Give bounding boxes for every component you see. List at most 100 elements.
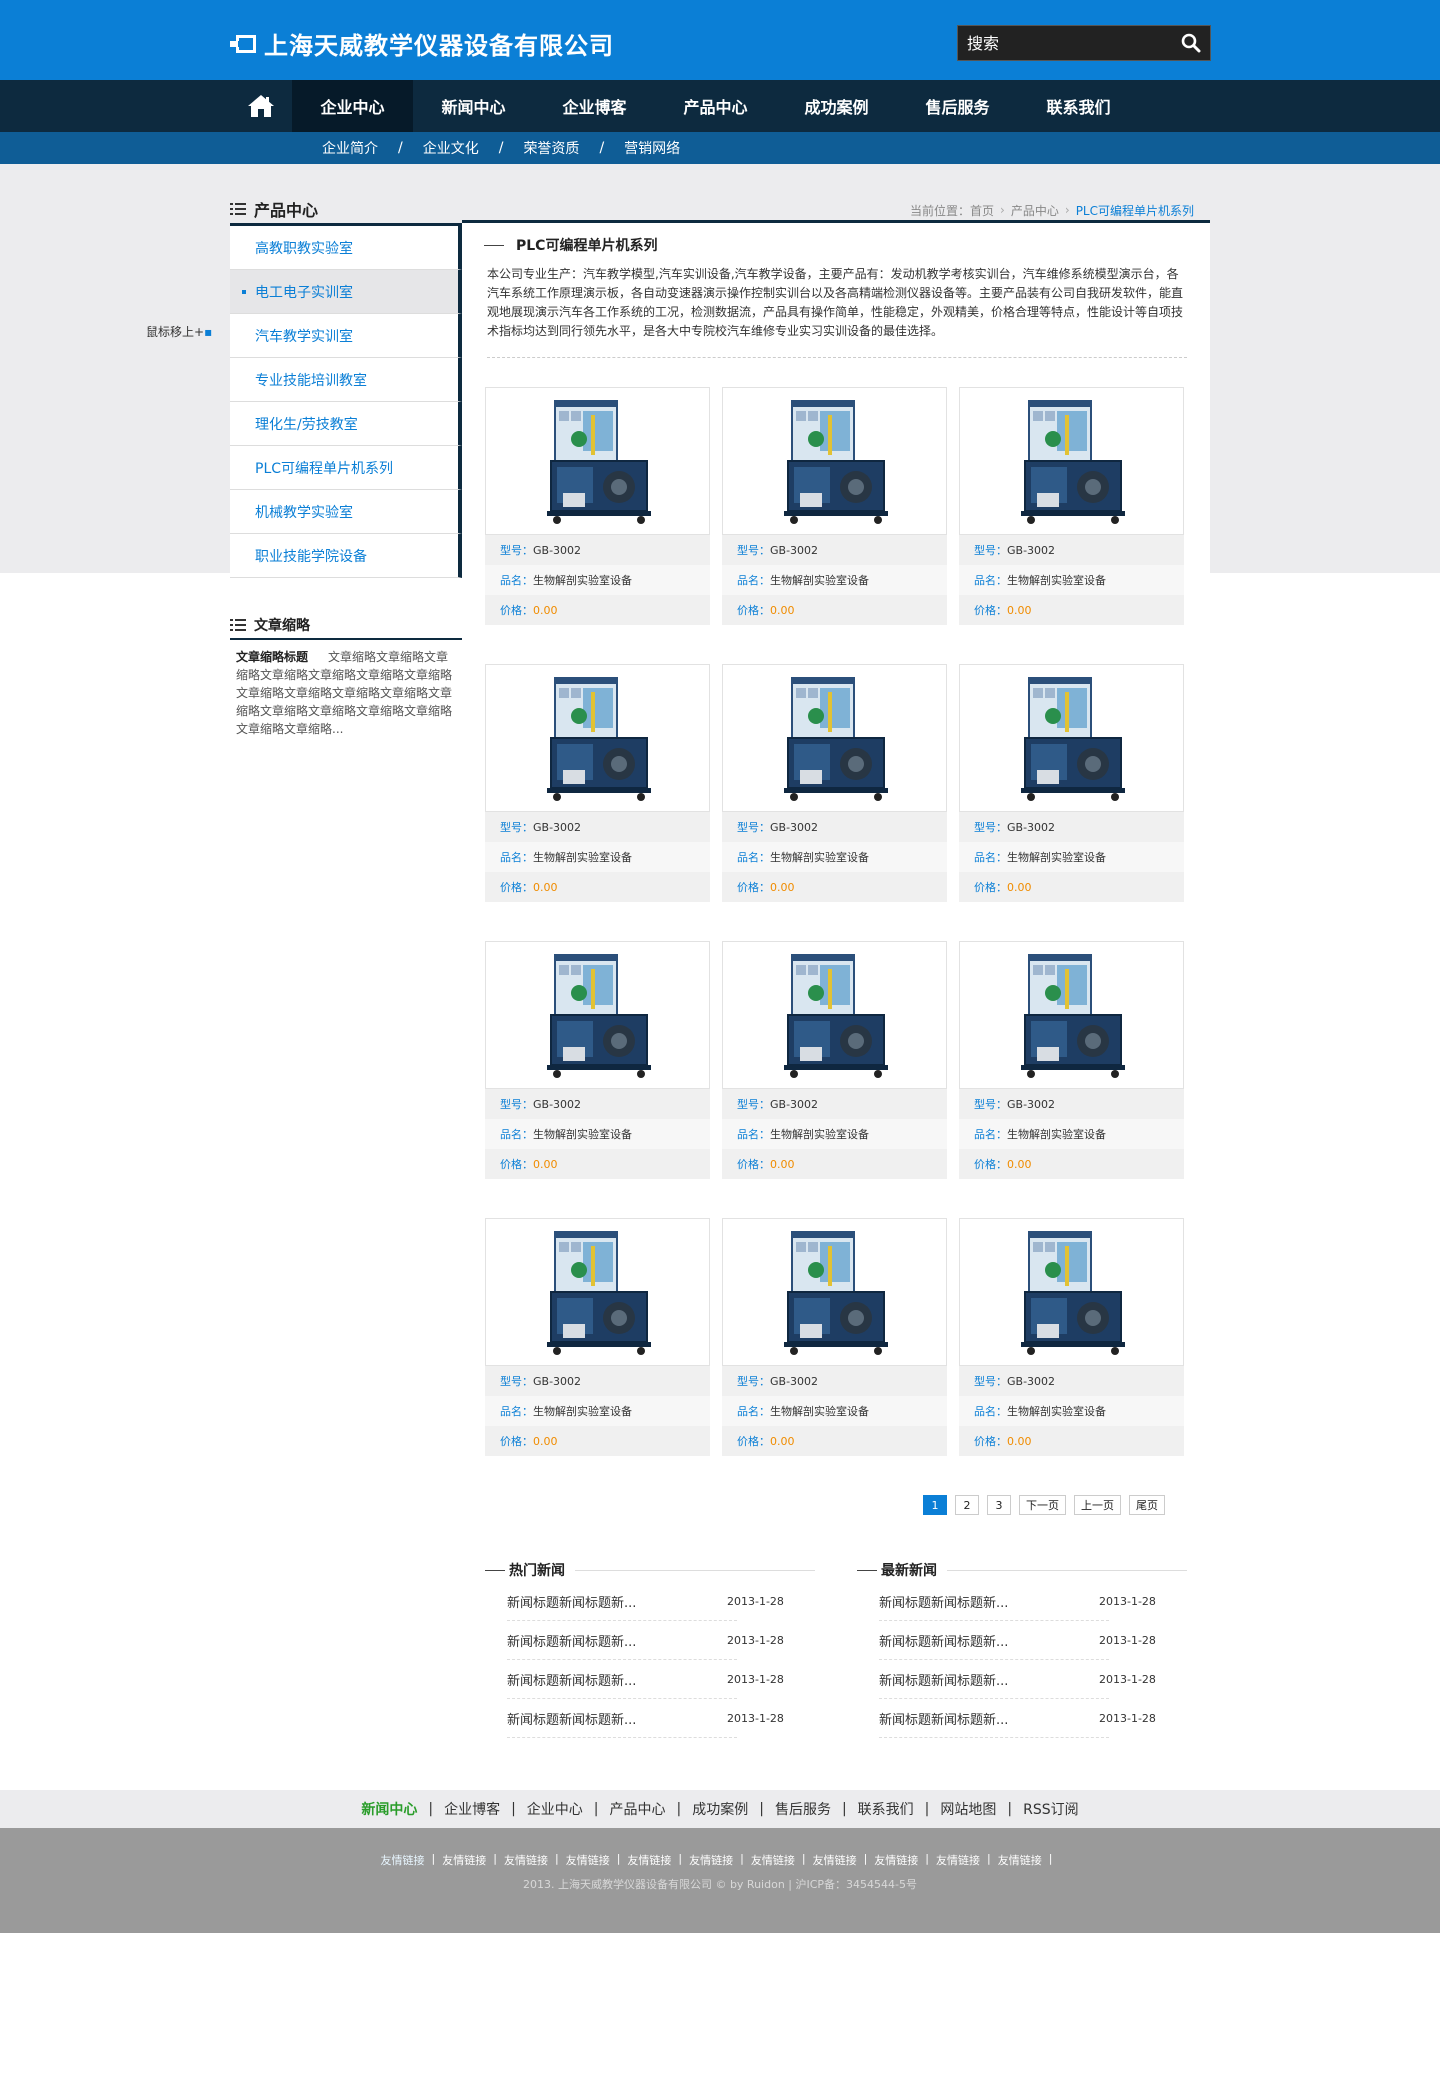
last-page-button[interactable]: 尾页	[1129, 1495, 1165, 1515]
product-name[interactable]: 生物解剖实验室设备	[1007, 1126, 1106, 1142]
news-item[interactable]: 新闻标题新闻标题新... 2013-1-28	[879, 1699, 1156, 1738]
news-title[interactable]: 新闻标题新闻标题新...	[507, 1670, 636, 1689]
page-1[interactable]: 1	[923, 1495, 947, 1515]
news-title[interactable]: 新闻标题新闻标题新...	[507, 1709, 636, 1728]
product-card[interactable]: 型号： GB-3002 品名： 生物解剖实验室设备 价格： 0.00	[722, 941, 947, 1179]
news-title[interactable]: 新闻标题新闻标题新...	[879, 1631, 1008, 1650]
news-title[interactable]: 新闻标题新闻标题新...	[879, 1709, 1008, 1728]
friend-link[interactable]: 友情链接	[874, 1852, 918, 1868]
friend-link[interactable]: 友情链接	[442, 1852, 486, 1868]
product-name[interactable]: 生物解剖实验室设备	[533, 1403, 632, 1419]
news-item[interactable]: 新闻标题新闻标题新... 2013-1-28	[879, 1582, 1156, 1621]
product-image-box[interactable]	[959, 941, 1184, 1089]
nav-item-blog[interactable]: 企业博客	[534, 80, 655, 132]
subnav-item-culture[interactable]: 企业文化	[423, 138, 479, 158]
friend-link[interactable]: 友情链接	[504, 1852, 548, 1868]
nav-home[interactable]	[230, 80, 292, 132]
sidebar-item-vocational[interactable]: 职业技能学院设备	[230, 534, 462, 578]
footer-nav-item[interactable]: 产品中心	[610, 1799, 666, 1819]
product-name[interactable]: 生物解剖实验室设备	[770, 1403, 869, 1419]
breadcrumb-products[interactable]: 产品中心	[1011, 202, 1059, 219]
product-card[interactable]: 型号： GB-3002 品名： 生物解剖实验室设备 价格： 0.00	[485, 664, 710, 902]
product-name[interactable]: 生物解剖实验室设备	[533, 1126, 632, 1142]
news-item[interactable]: 新闻标题新闻标题新... 2013-1-28	[507, 1660, 784, 1699]
page-3[interactable]: 3	[987, 1495, 1011, 1515]
footer-nav-item[interactable]: 网站地图	[940, 1799, 996, 1819]
product-image-box[interactable]	[485, 664, 710, 812]
subnav-item-honors[interactable]: 荣誉资质	[523, 138, 579, 158]
news-title[interactable]: 新闻标题新闻标题新...	[879, 1670, 1008, 1689]
nav-item-contact[interactable]: 联系我们	[1018, 80, 1139, 132]
nav-item-enterprise[interactable]: 企业中心	[292, 80, 413, 132]
product-name[interactable]: 生物解剖实验室设备	[1007, 849, 1106, 865]
summary-heading[interactable]: 文章缩略标题	[236, 650, 308, 664]
friend-link[interactable]: 友情链接	[566, 1852, 610, 1868]
product-card[interactable]: 型号： GB-3002 品名： 生物解剖实验室设备 价格： 0.00	[959, 664, 1184, 902]
product-image-box[interactable]	[485, 941, 710, 1089]
product-image-box[interactable]	[485, 1218, 710, 1366]
prev-page-button[interactable]: 上一页	[1074, 1495, 1121, 1515]
news-title[interactable]: 新闻标题新闻标题新...	[507, 1592, 636, 1611]
product-card[interactable]: 型号： GB-3002 品名： 生物解剖实验室设备 价格： 0.00	[722, 664, 947, 902]
company-logo[interactable]: 上海天威教学仪器设备有限公司	[230, 26, 614, 61]
nav-item-cases[interactable]: 成功案例	[776, 80, 897, 132]
search-input[interactable]	[958, 26, 1172, 60]
friend-link[interactable]: 友情链接	[998, 1852, 1042, 1868]
product-image-box[interactable]	[959, 1218, 1184, 1366]
product-card[interactable]: 型号： GB-3002 品名： 生物解剖实验室设备 价格： 0.00	[722, 1218, 947, 1456]
product-name[interactable]: 生物解剖实验室设备	[1007, 1403, 1106, 1419]
product-card[interactable]: 型号： GB-3002 品名： 生物解剖实验室设备 价格： 0.00	[959, 941, 1184, 1179]
product-name[interactable]: 生物解剖实验室设备	[533, 572, 632, 588]
nav-item-products[interactable]: 产品中心	[655, 80, 776, 132]
nav-item-news[interactable]: 新闻中心	[413, 80, 534, 132]
product-name[interactable]: 生物解剖实验室设备	[770, 572, 869, 588]
news-item[interactable]: 新闻标题新闻标题新... 2013-1-28	[879, 1621, 1156, 1660]
footer-nav-item[interactable]: RSS订阅	[1023, 1799, 1079, 1819]
page-2[interactable]: 2	[955, 1495, 979, 1515]
footer-nav-item[interactable]: 成功案例	[692, 1799, 748, 1819]
product-card[interactable]: 型号： GB-3002 品名： 生物解剖实验室设备 价格： 0.00	[959, 1218, 1184, 1456]
product-card[interactable]: 型号： GB-3002 品名： 生物解剖实验室设备 价格： 0.00	[485, 387, 710, 625]
friend-link[interactable]: 友情链接	[627, 1852, 671, 1868]
news-title[interactable]: 新闻标题新闻标题新...	[879, 1592, 1008, 1611]
product-card[interactable]: 型号： GB-3002 品名： 生物解剖实验室设备 价格： 0.00	[959, 387, 1184, 625]
news-item[interactable]: 新闻标题新闻标题新... 2013-1-28	[507, 1699, 784, 1738]
friend-link[interactable]: 友情链接	[936, 1852, 980, 1868]
subnav-item-network[interactable]: 营销网络	[624, 138, 680, 158]
news-item[interactable]: 新闻标题新闻标题新... 2013-1-28	[507, 1582, 784, 1621]
sidebar-item-higher-edu[interactable]: 高教职教实验室	[230, 226, 462, 270]
product-card[interactable]: 型号： GB-3002 品名： 生物解剖实验室设备 价格： 0.00	[485, 941, 710, 1179]
next-page-button[interactable]: 下一页	[1019, 1495, 1066, 1515]
sidebar-item-skills[interactable]: 专业技能培训教室	[230, 358, 462, 402]
footer-nav-item[interactable]: 联系我们	[858, 1799, 914, 1819]
sidebar-item-mechanical[interactable]: 机械教学实验室	[230, 490, 462, 534]
breadcrumb-home[interactable]: 首页	[970, 202, 994, 219]
friend-link[interactable]: 友情链接	[751, 1852, 795, 1868]
footer-nav-item[interactable]: 企业博客	[444, 1799, 500, 1819]
friend-link[interactable]: 友情链接	[381, 1852, 425, 1868]
search-button[interactable]	[1172, 26, 1210, 60]
footer-nav-item[interactable]: 售后服务	[775, 1799, 831, 1819]
sidebar-item-science[interactable]: 理化生/劳技教室	[230, 402, 462, 446]
breadcrumb-current[interactable]: PLC可编程单片机系列	[1076, 202, 1194, 219]
subnav-item-intro[interactable]: 企业简介	[322, 138, 378, 158]
sidebar-item-automotive[interactable]: 汽车教学实训室	[230, 314, 462, 358]
sidebar-item-electrical[interactable]: 电工电子实训室	[230, 270, 462, 314]
product-image-box[interactable]	[722, 664, 947, 812]
friend-link[interactable]: 友情链接	[689, 1852, 733, 1868]
product-image-box[interactable]	[722, 941, 947, 1089]
news-item[interactable]: 新闻标题新闻标题新... 2013-1-28	[507, 1621, 784, 1660]
news-item[interactable]: 新闻标题新闻标题新... 2013-1-28	[879, 1660, 1156, 1699]
product-name[interactable]: 生物解剖实验室设备	[1007, 572, 1106, 588]
footer-nav-item[interactable]: 企业中心	[527, 1799, 583, 1819]
news-title[interactable]: 新闻标题新闻标题新...	[507, 1631, 636, 1650]
product-card[interactable]: 型号： GB-3002 品名： 生物解剖实验室设备 价格： 0.00	[485, 1218, 710, 1456]
product-name[interactable]: 生物解剖实验室设备	[770, 849, 869, 865]
friend-link[interactable]: 友情链接	[813, 1852, 857, 1868]
product-image-box[interactable]	[722, 387, 947, 535]
product-image-box[interactable]	[959, 664, 1184, 812]
product-image-box[interactable]	[959, 387, 1184, 535]
sidebar-item-plc[interactable]: PLC可编程单片机系列	[230, 446, 462, 490]
product-image-box[interactable]	[485, 387, 710, 535]
product-name[interactable]: 生物解剖实验室设备	[770, 1126, 869, 1142]
